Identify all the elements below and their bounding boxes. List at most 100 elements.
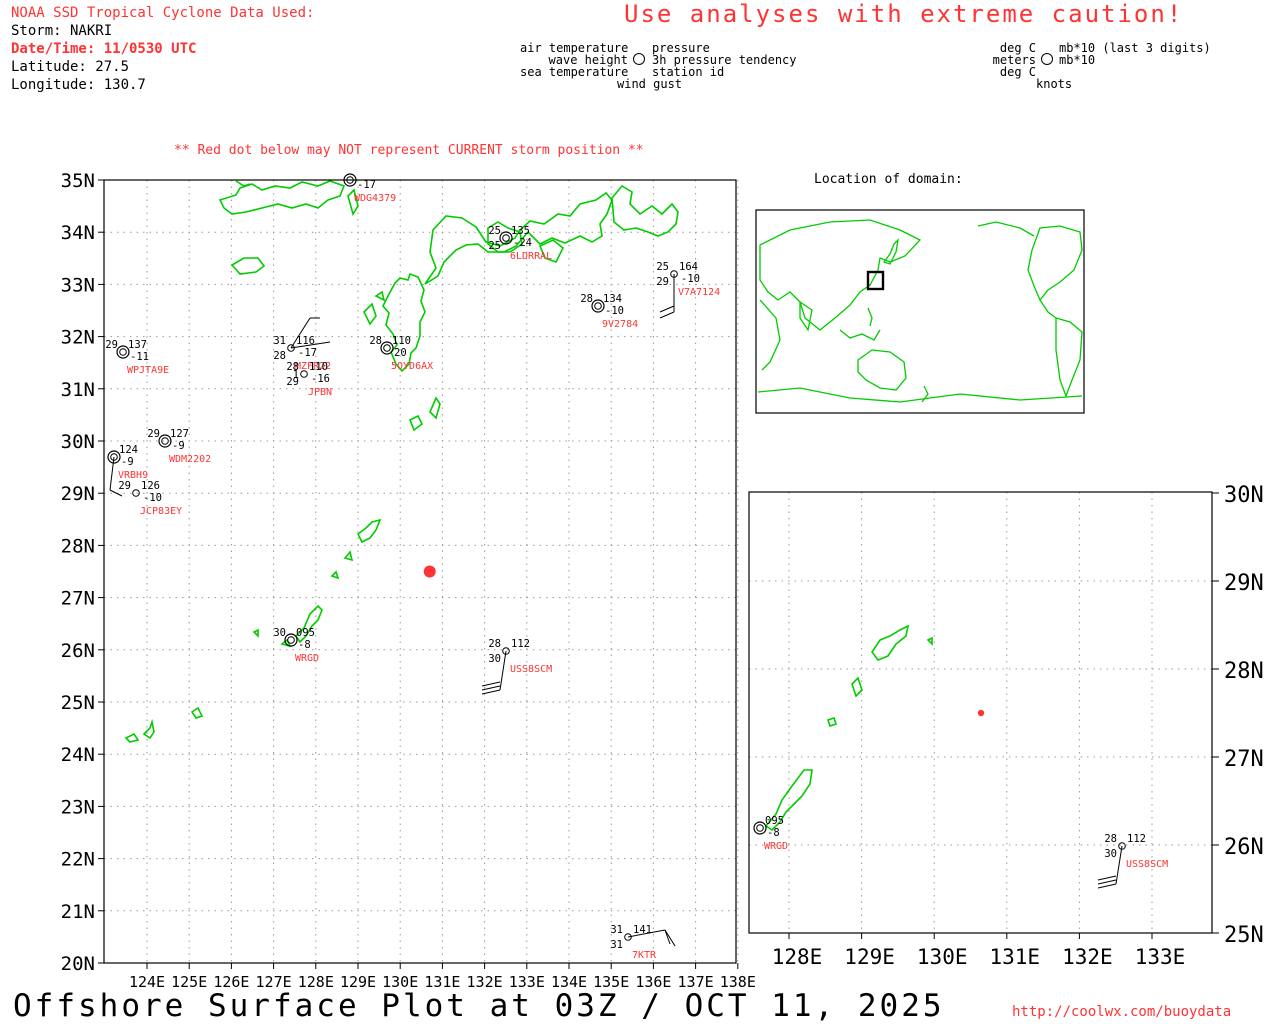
station-tendency: -8 [298,639,311,651]
zoom-lon-label: 130E [917,945,968,969]
main-station-7ktr: 31 141 31 7KTR [610,924,676,961]
main-station-wpjta9e: 29 137-11 WPJTA9E [105,339,169,376]
station-pressure: 127 [170,428,189,440]
main-lat-label: 25N [61,692,95,714]
station-air-temp: 29 [105,339,118,351]
main-station-jpbn: 28 1101 -1629JPBN [286,361,332,398]
main-lat-label: 23N [61,796,95,818]
station-sea-temp: 25 [488,240,501,252]
station-pressure: 137 [128,339,147,351]
main-map-stations: -17WDG437925 135-24256LDRRAL25 164-1029V7A… [105,173,720,961]
zoom-map: 30N 29N 28N 27N 26N 25N 128E 129E 130E 131E 132E 13… [748,483,1264,969]
station-air-temp: 28 [1104,833,1117,845]
station-sea-temp: 29 [656,276,669,288]
main-lat-label: 29N [61,483,95,505]
coast-korea-2 [235,180,251,187]
wind-barb [1097,879,1117,885]
coast-kumejima [252,628,259,638]
zoom-map-stations: 095-8 WRGD 28 112 30 USS8SCM [753,815,1168,889]
station-pressure: 112 [1127,833,1146,845]
station-id-label: JPBN [308,387,332,398]
map-canvas: 35N 34N 33N 32N 31N 30N 29N 28N 27N 26N 25N 24N 23N 2… [61,170,1264,991]
main-lat-label: 32N [61,327,95,349]
zoom-lat-label: 29N [1224,571,1264,596]
station-air-temp: 29 [118,480,131,492]
main-station-9v2784: 28 134-10 9V2784 [580,293,638,330]
station-sea-temp: 31 [610,939,623,951]
station-id-label: USS8SCM [1126,859,1168,870]
station-id-label: USS8SCM [510,664,552,675]
inset-world-map [755,209,1085,414]
zoom-lat-label: 27N [1224,747,1264,772]
main-lat-label: 22N [61,849,95,871]
station-id-label: 7KTR [632,950,657,961]
main-map: 35N 34N 33N 32N 31N 30N 29N 28N 27N 26N 25N 24N 23N 2… [61,170,756,991]
station-pressure: 135 [511,225,530,237]
main-map-grid [104,180,739,963]
zoom-station-wrgd: 095-8 WRGD [753,815,788,852]
coast-jeju [230,257,266,275]
wind-barb [1097,883,1117,889]
zoom-station-uss8scm: 28 112 30 USS8SCM [1097,833,1168,889]
station-circle-icon [756,824,764,832]
zoom-lon-label: 129E [844,945,895,969]
station-tendency: -9 [172,440,185,452]
station-air-temp: 31 [273,335,286,347]
station-id-label: V7A7124 [678,287,720,298]
station-circle-icon [287,636,295,644]
coast-iriomote [124,732,140,743]
zoom-coast-kikai [926,636,933,646]
zoom-lat-label: 25N [1224,923,1264,948]
zoom-lat-label: 26N [1224,835,1264,860]
station-sea-temp: 29 [286,376,299,388]
station-pressure: 134 [603,293,622,305]
zoom-lon-label: 133E [1135,945,1186,969]
storm-position-dot [423,565,436,578]
main-lat-label: 28N [61,535,95,557]
zoom-map-coastlines [764,624,933,832]
station-pressure: 141 [633,924,652,936]
station-tendency: -16 [311,373,330,385]
station-tendency: -17 [357,179,376,191]
main-lat-label: 20N [61,953,95,975]
coast-tokunoshima [343,550,354,562]
wind-barb [481,689,501,695]
wind-barb [481,681,501,687]
station-air-temp: 28 [488,638,501,650]
station-air-temp: 30 [273,627,286,639]
station-air-temp: 31 [610,924,623,936]
coast-goto-2 [374,290,386,302]
station-pressure: 124 [119,444,138,456]
station-id-label: 6LDRRAL [510,251,552,262]
main-lat-label: 21N [61,901,95,923]
main-lat-label: 31N [61,379,95,401]
station-pressure: 126 [141,480,160,492]
inset-title: Location of domain: [814,172,963,187]
main-station-wrgd: 30 095-8 WRGD [273,627,319,664]
main-lat-label: 30N [61,431,95,453]
station-tendency: -8 [767,827,780,839]
station-pressure: 095 [296,627,315,639]
wind-barb [659,311,675,319]
main-station-5oyd6ax: 28 11020 5OYD6AX [369,335,433,372]
main-map-ticks: 35N 34N 33N 32N 31N 30N 29N 28N 27N 26N 25N 24N 23N 2… [61,170,756,991]
station-pressure: 116 [296,335,315,347]
station-pressure: 112 [511,638,530,650]
station-pressure: 110 [309,361,328,373]
coast-okinoerabu [330,570,340,580]
main-lat-label: 27N [61,588,95,610]
coast-ishigaki [142,718,155,740]
station-id-label: WRGD [295,653,319,664]
station-id-label: WDG4379 [354,193,396,204]
station-circle-icon [502,234,510,242]
station-air-temp: 29 [147,428,160,440]
main-station-wdg4379: -17 WDG4379 [343,173,396,204]
source-url-link[interactable]: http://coolwx.com/buoydata [1012,1004,1231,1020]
zoom-lat-label: 30N [1224,483,1264,508]
station-circle-icon [132,489,140,497]
main-lat-label: 24N [61,744,95,766]
station-id-label: 9V2784 [602,319,638,330]
main-station-uss8scm: 28 112 30 USS8SCM [481,638,552,695]
station-tendency: -17 [298,347,317,359]
station-tendency: -24 [513,237,532,249]
